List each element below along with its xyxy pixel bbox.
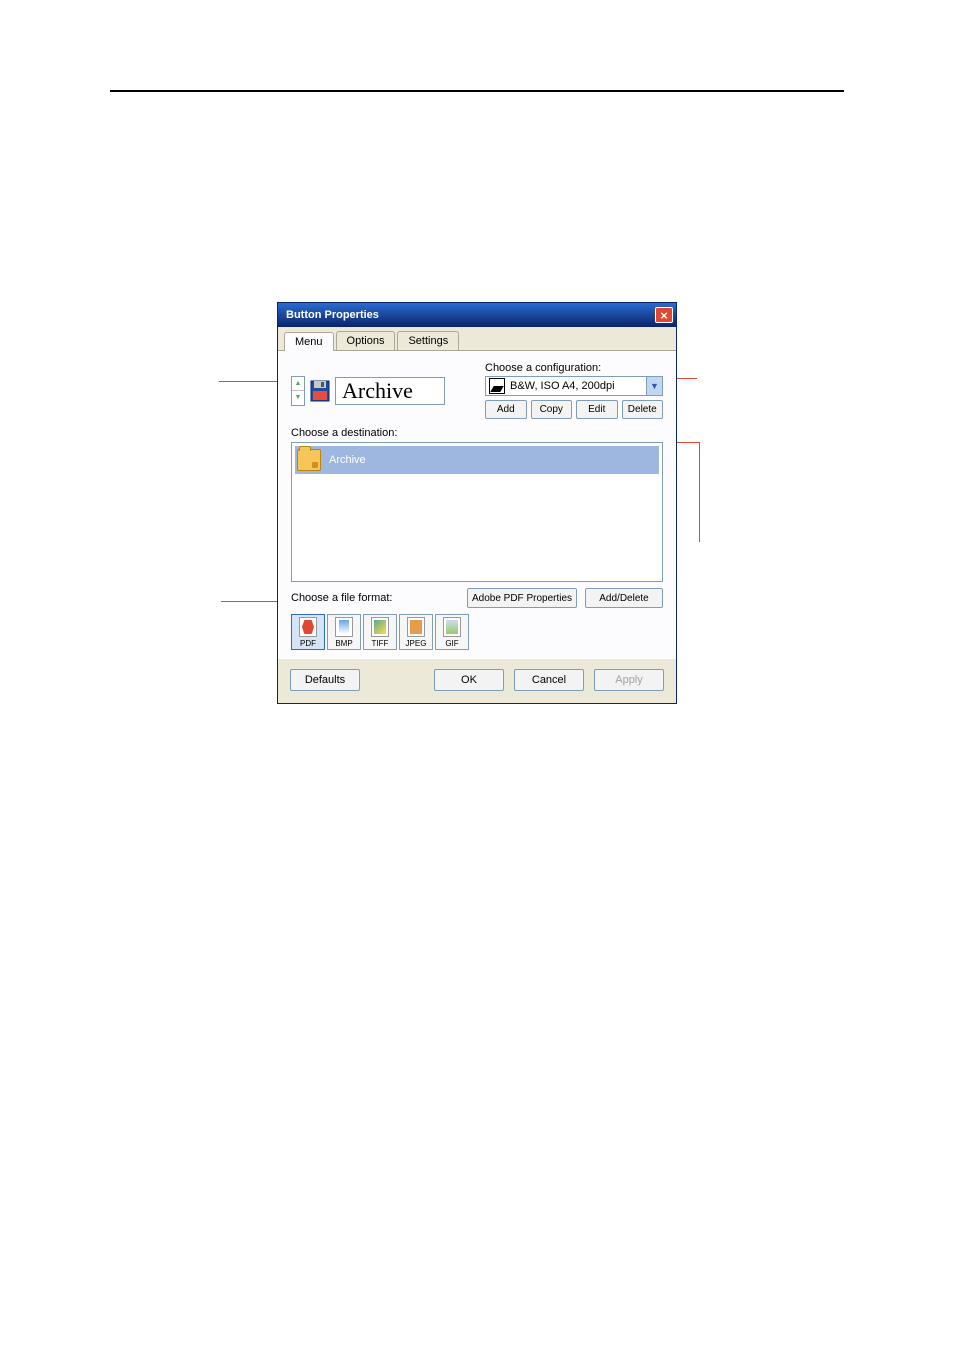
destination-item-label: Archive [329,454,366,466]
spinner-up-icon[interactable]: ▲ [292,377,304,391]
apply-button[interactable]: Apply [594,669,664,691]
list-item[interactable]: Archive [295,446,659,474]
gif-icon [443,617,461,637]
defaults-button[interactable]: Defaults [290,669,360,691]
config-label: Choose a configuration: [485,362,663,374]
button-properties-dialog: Button Properties × Menu Options Setting… [277,302,677,704]
format-jpeg[interactable]: JPEG [399,614,433,650]
format-label: TIFF [372,639,389,648]
config-select[interactable]: B&W, ISO A4, 200dpi ▼ [485,376,663,396]
format-label: GIF [445,639,458,648]
button-order-spinner[interactable]: ▲ ▼ [291,376,305,406]
format-gif[interactable]: GIF [435,614,469,650]
tab-strip: Menu Options Settings [278,327,676,351]
dialog-button-bar: Defaults OK Cancel Apply [278,659,676,703]
pdf-icon [299,617,317,637]
button-name-field[interactable]: Archive [335,377,445,405]
add-delete-button[interactable]: Add/Delete [585,588,663,608]
tiff-icon [371,617,389,637]
file-format-label: Choose a file format: [291,592,467,604]
titlebar[interactable]: Button Properties × [278,303,676,327]
format-label: JPEG [406,639,427,648]
archive-disk-icon [309,378,331,404]
destination-list[interactable]: Archive [291,442,663,582]
tab-options[interactable]: Options [336,331,396,350]
format-label: BMP [335,639,352,648]
pdf-properties-button[interactable]: Adobe PDF Properties [467,588,577,608]
config-selected-value: B&W, ISO A4, 200dpi [508,380,646,392]
config-edit-button[interactable]: Edit [576,400,618,419]
config-mode-icon [489,378,505,394]
cancel-button[interactable]: Cancel [514,669,584,691]
dialog-figure: Button Properties × Menu Options Setting… [277,302,677,704]
spinner-down-icon[interactable]: ▼ [292,390,304,405]
jpeg-icon [407,617,425,637]
config-delete-button[interactable]: Delete [622,400,664,419]
dialog-title: Button Properties [286,309,379,321]
file-format-selector: PDF BMP TIFF JPEG GIF [291,614,663,650]
tab-menu[interactable]: Menu [284,332,334,351]
format-tiff[interactable]: TIFF [363,614,397,650]
format-label: PDF [300,639,316,648]
close-button[interactable]: × [655,307,673,323]
close-icon: × [660,308,668,323]
callout-stroke [677,442,699,443]
page-rule [110,90,844,92]
config-copy-button[interactable]: Copy [531,400,573,419]
config-add-button[interactable]: Add [485,400,527,419]
ok-button[interactable]: OK [434,669,504,691]
tab-settings[interactable]: Settings [397,331,459,350]
callout-stroke [219,381,277,382]
callout-stroke [677,378,697,379]
destination-label: Choose a destination: [291,427,663,439]
chevron-down-icon[interactable]: ▼ [646,377,662,395]
callout-stroke [699,442,700,542]
format-bmp[interactable]: BMP [327,614,361,650]
bmp-icon [335,617,353,637]
folder-icon [297,449,321,471]
format-pdf[interactable]: PDF [291,614,325,650]
dialog-body: ▲ ▼ Archive Choose a configuration: B&W,… [278,351,676,659]
callout-stroke [221,601,277,602]
